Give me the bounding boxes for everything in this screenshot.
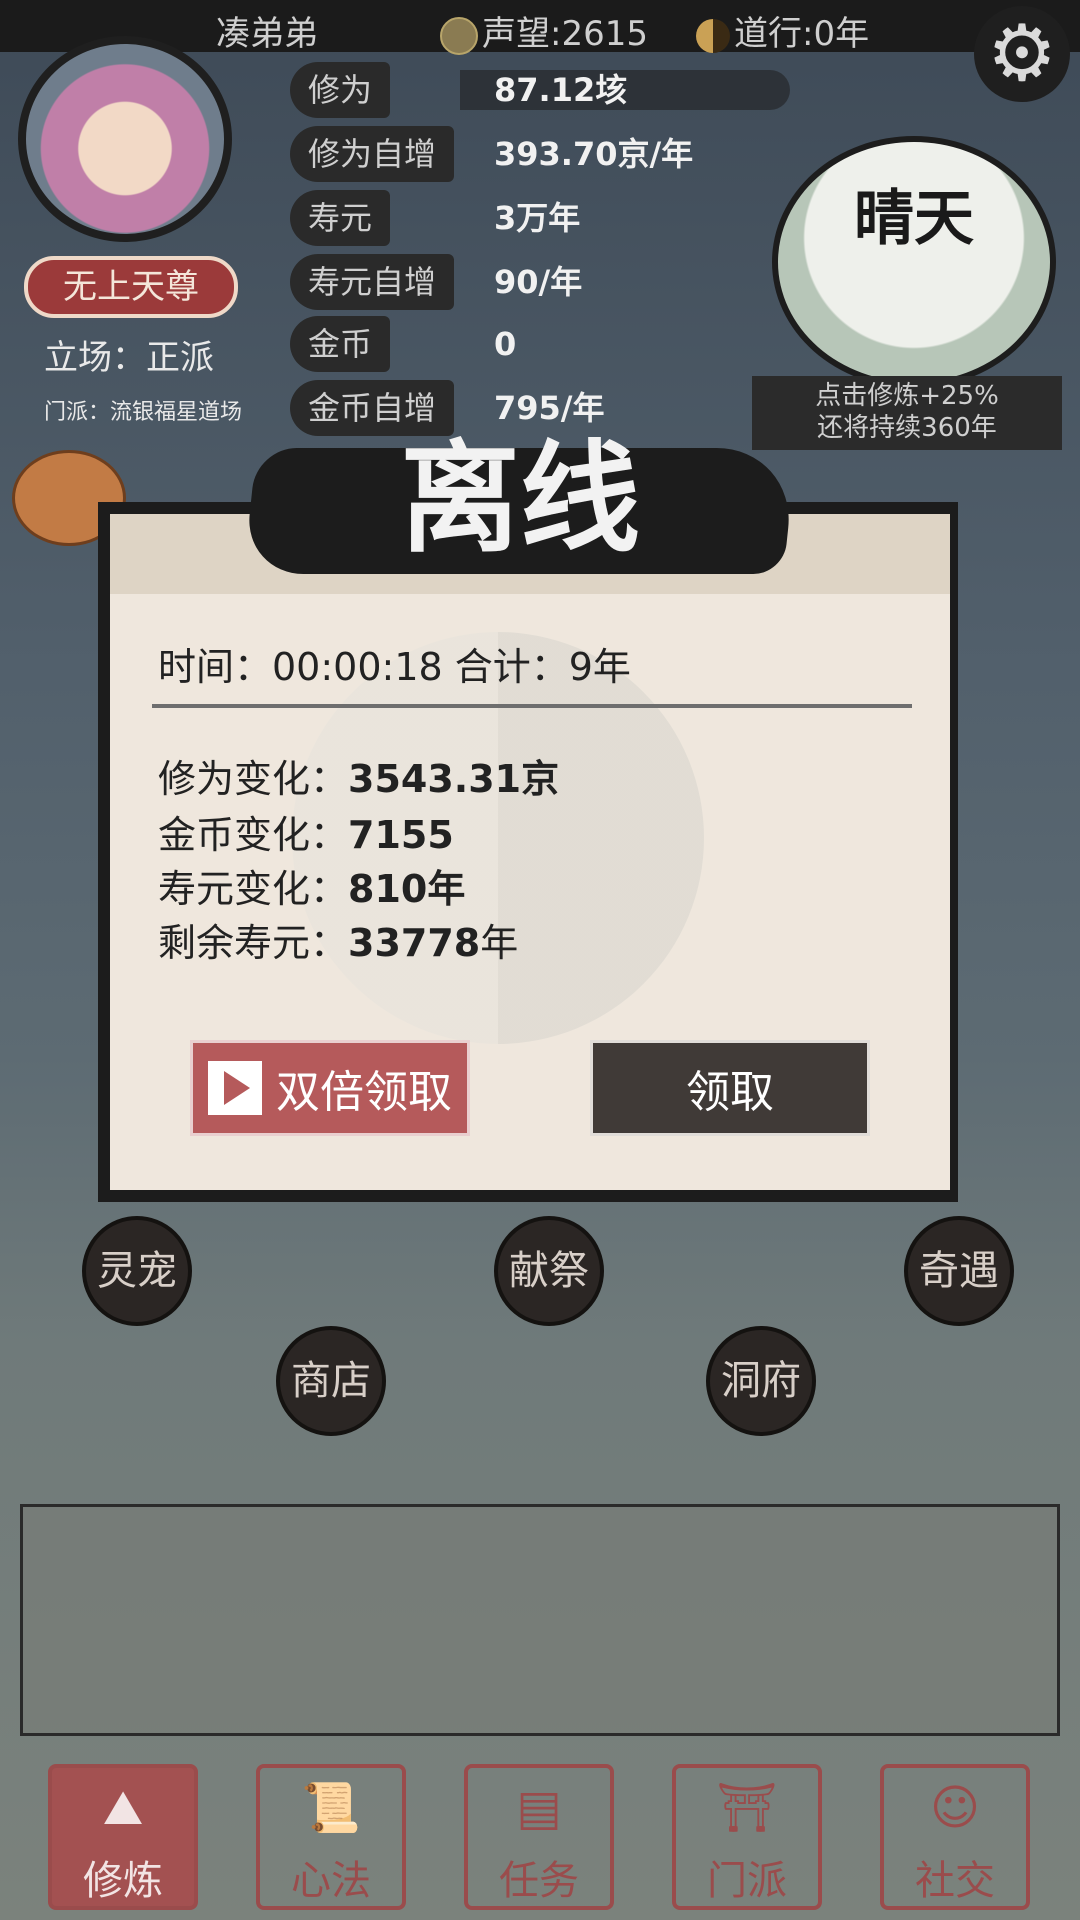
stance-text: 立场：正派: [44, 338, 214, 378]
title-badge: 无上天尊: [24, 256, 238, 318]
sacrifice-button[interactable]: 献祭: [494, 1216, 604, 1326]
nav-social[interactable]: ☺ 社交: [880, 1764, 1030, 1910]
nav-label: 社交: [915, 1858, 995, 1904]
stat-label: 寿元: [290, 190, 391, 246]
player-name: 凑弟弟: [216, 14, 318, 54]
book-icon: ▤: [516, 1780, 562, 1836]
cave-button[interactable]: 洞府: [706, 1326, 816, 1436]
stat-row-cultivation: 修为 87.12垓: [290, 62, 810, 118]
gate-icon: ⛩: [716, 1780, 778, 1836]
weather-duration: 还将持续360年: [817, 413, 997, 443]
people-icon: ☺: [929, 1780, 981, 1836]
nav-cultivate[interactable]: ⛰ 修炼: [48, 1764, 198, 1910]
nav-quest[interactable]: ▤ 任务: [464, 1764, 614, 1910]
stat-row-lifespan-rate: 寿元自增 90/年: [290, 254, 810, 310]
stat-value: 0: [494, 325, 517, 363]
stat-value: 90/年: [494, 263, 583, 301]
stat-label: 金币: [290, 316, 391, 372]
claim-label: 领取: [686, 1067, 774, 1118]
claim-button[interactable]: 领取: [590, 1040, 870, 1136]
double-claim-button[interactable]: 双倍领取: [190, 1040, 470, 1136]
nav-label: 修炼: [83, 1858, 163, 1904]
stat-value: 87.12垓: [494, 71, 628, 109]
reputation-text: 声望:2615: [482, 14, 648, 54]
divider: [152, 704, 912, 708]
coin-icon: [440, 16, 478, 55]
remaining-lifespan: 剩余寿元：33778年: [158, 921, 519, 965]
settings-gear-icon[interactable]: ⚙: [974, 6, 1070, 102]
cultivation-change: 修为变化：3543.31京: [158, 757, 560, 801]
weather-bonus: 点击修炼+25%: [815, 381, 999, 411]
stat-row-cultivation-rate: 修为自增 393.70京/年: [290, 126, 810, 182]
nav-label: 门派: [707, 1858, 787, 1904]
weather-panel[interactable]: 晴天: [772, 136, 1056, 388]
mountain-icon: ⛰: [102, 1780, 144, 1836]
double-claim-label: 双倍领取: [276, 1067, 452, 1118]
stat-row-lifespan: 寿元 3万年: [290, 190, 810, 246]
weather-info: 点击修炼+25% 还将持续360年: [752, 376, 1062, 450]
stat-value: 393.70京/年: [494, 135, 694, 173]
modal-title: 离线: [400, 428, 640, 569]
nav-label: 心法: [291, 1858, 371, 1904]
log-panel: [20, 1504, 1060, 1736]
weather-name: 晴天: [854, 184, 974, 254]
stat-label: 修为: [290, 62, 391, 118]
offline-time: 时间：00:00:18 合计：9年: [158, 645, 631, 689]
pet-button[interactable]: 灵宠: [82, 1216, 192, 1326]
stat-label: 寿元自增: [290, 254, 455, 310]
lifespan-change: 寿元变化：810年: [158, 867, 466, 911]
avatar[interactable]: [18, 36, 232, 242]
nav-technique[interactable]: 📜 心法: [256, 1764, 406, 1910]
play-video-icon: [208, 1061, 262, 1115]
gold-change: 金币变化：7155: [158, 813, 454, 857]
stat-label: 修为自增: [290, 126, 455, 182]
sect-text: 门派：流银福星道场: [44, 400, 243, 425]
shop-button[interactable]: 商店: [276, 1326, 386, 1436]
stat-value: 3万年: [494, 199, 581, 237]
scroll-icon: 📜: [301, 1780, 361, 1836]
nav-label: 任务: [499, 1858, 579, 1904]
daoxing-text: 道行:0年: [734, 14, 870, 54]
stat-row-gold: 金币 0: [290, 316, 810, 372]
yinyang-icon: [696, 18, 730, 53]
encounter-button[interactable]: 奇遇: [904, 1216, 1014, 1326]
nav-sect[interactable]: ⛩ 门派: [672, 1764, 822, 1910]
